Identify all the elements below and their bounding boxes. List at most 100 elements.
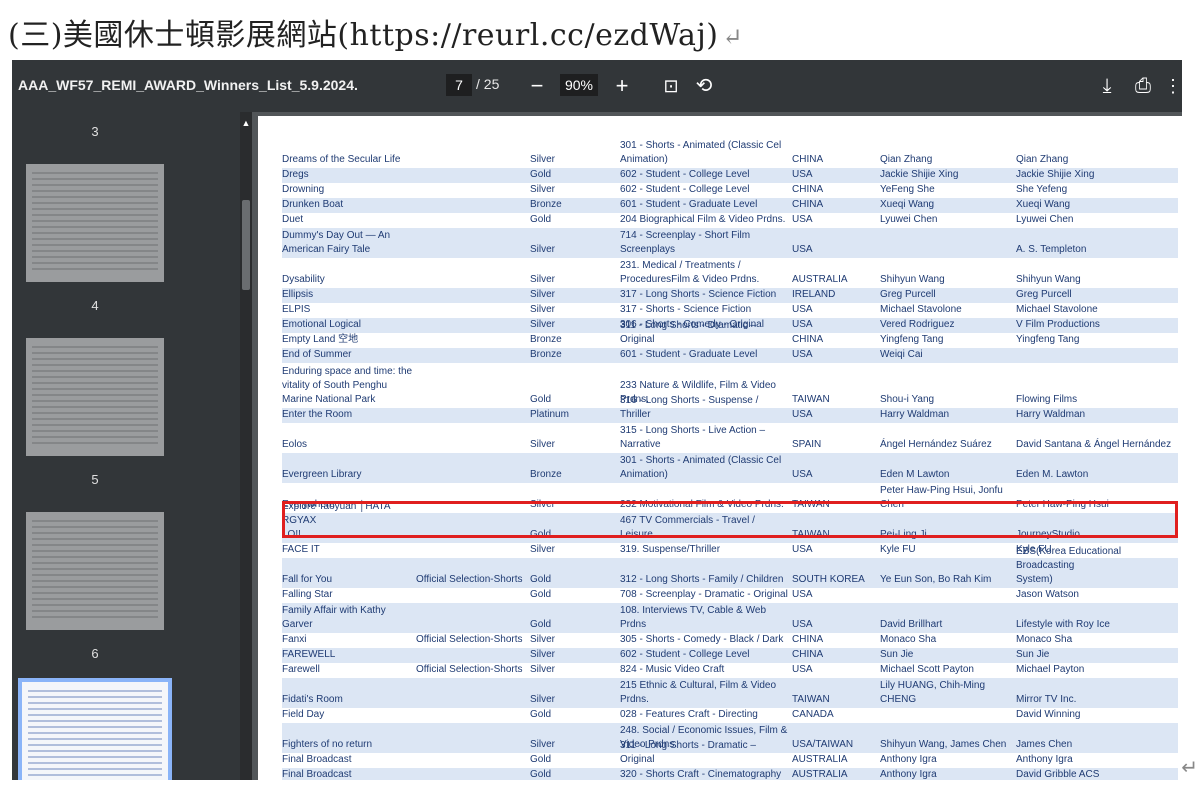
cell-line: Gold [530, 589, 552, 600]
cell-line: David Santana & Ángel Hernández [1016, 439, 1172, 450]
cell-line: EBS(Korea Educational Broadcasting [1016, 546, 1122, 571]
cell-line: 305 - Shorts - Comedy - Black / Dark [620, 634, 784, 645]
cell-line: Final Broadcast [282, 769, 352, 780]
table-cell: David Santana & Ángel Hernández [1016, 438, 1178, 452]
cell-line: 233 Nature & Wildlife, Film & Video [620, 380, 776, 391]
cell-line: Lyuwei Chen [1016, 214, 1074, 225]
table-row: Falling Star Gold 708 - Screenplay - Drama… [282, 588, 1178, 603]
cell-line: 231. Medical / Treatments / [620, 260, 741, 271]
page-thumbnail[interactable] [18, 678, 172, 780]
table-cell: Empty Land 空地 [282, 333, 414, 347]
thumbnail-page-number: 3 [91, 124, 99, 139]
table-cell: Anthony Igra [880, 768, 1016, 780]
rotate-icon[interactable]: ⟲ [691, 73, 717, 99]
page-thumbnail[interactable] [26, 338, 164, 456]
table-cell: Anthony Igra [1016, 753, 1178, 767]
page-thumbnail[interactable] [26, 512, 164, 630]
table-row: Duet Gold 204 Biographical Film & Video Pr… [282, 213, 1178, 228]
cell-line: Dysability [282, 274, 325, 285]
table-cell: Greg Purcell [880, 288, 1016, 302]
table-cell: 320 - Shorts Craft - Cinematography [620, 768, 790, 780]
table-cell: Platinum [530, 408, 618, 422]
table-cell: CHINA [792, 198, 878, 212]
cell-line: USA [792, 214, 813, 225]
table-row: Fall for You Official Selection-Shorts Gol… [282, 546, 1178, 588]
table-cell: Jackie Shijie Xing [1016, 168, 1178, 182]
cell-line: Prdns. [620, 694, 649, 705]
table-cell: 317 - Shorts - Science Fiction [620, 303, 790, 317]
cell-line: USA [792, 244, 813, 255]
table-cell: AUSTRALIA [792, 273, 878, 287]
more-actions-icon[interactable]: ⋮ [1164, 73, 1182, 99]
cell-line: FAREWELL [282, 649, 336, 660]
table-cell: Harry Waldman [880, 408, 1016, 422]
cell-line: 824 - Music Video Craft [620, 664, 725, 675]
cell-line: SOUTH KOREA [792, 574, 865, 585]
scroll-up-icon[interactable]: ▲ [240, 118, 252, 128]
table-cell: Bronze [530, 198, 618, 212]
cell-line: ProceduresFilm & Video Prdns. [620, 274, 760, 285]
table-cell: Vered Rodriguez [880, 318, 1016, 332]
cell-line: 317 - Long Shorts - Science Fiction [620, 289, 777, 300]
table-row: Enter the Room Platinum 316 - Long Shorts … [282, 395, 1178, 423]
pdf-page: Dreams of the Secular Life Silver 301 - Sh… [258, 116, 1182, 780]
thumbnail-scrollbar[interactable]: ▲ [240, 112, 252, 780]
page-number-input[interactable]: 7 [446, 74, 472, 96]
table-cell: Qian Zhang [880, 153, 1016, 167]
page-thumbnail[interactable] [26, 164, 164, 282]
table-cell: David Winning [1016, 708, 1178, 722]
table-row: Final Broadcast Gold 320 - Shorts Craft - … [282, 768, 1178, 780]
cell-line: 248. Social / Economic Issues, Film & [620, 725, 788, 736]
cell-line: Gold [530, 754, 552, 765]
cell-line: Peter Haw-Ping Hsui, Jonfu [880, 485, 1003, 496]
table-cell: Gold [530, 588, 618, 602]
table-cell: Flowing Films [1016, 393, 1178, 407]
zoom-out-icon[interactable]: − [524, 73, 550, 99]
print-icon[interactable]: ⎙ [1130, 73, 1156, 99]
table-cell: Gold [530, 618, 618, 632]
zoom-in-icon[interactable]: + [609, 73, 635, 99]
table-cell: 601 - Student - Graduate Level [620, 198, 790, 212]
table-cell: 708 - Screenplay - Dramatic - Original [620, 588, 790, 602]
table-cell: USA [792, 543, 878, 557]
cell-line: David Brillhart [880, 619, 943, 630]
table-cell: Anthony Igra [880, 753, 1016, 767]
cell-line: Gold [530, 709, 552, 720]
cell-line: Evergreen Library [282, 469, 362, 480]
table-cell: AUSTRALIA [792, 768, 878, 780]
cell-line: Harry Waldman [880, 409, 950, 420]
document-heading: (三)美國休士頓影展網站(https://reurl.cc/ezdWaj) ↵ [8, 10, 743, 54]
table-cell: Kyle FU [880, 543, 1016, 557]
cell-line: 301 - Shorts - Animated (Classic Cel [620, 140, 782, 151]
table-row: Field Day Gold 028 - Features Craft - Dire… [282, 708, 1178, 723]
table-cell: Lyuwei Chen [1016, 213, 1178, 227]
fit-page-icon[interactable]: ⊡ [658, 73, 684, 99]
cell-line: SPAIN [792, 439, 822, 450]
table-cell: Ellipsis [282, 288, 414, 302]
table-cell: 311 - Long Shorts - Dramatic – Original [620, 319, 790, 347]
cell-line: Shihyun Wang [880, 274, 945, 285]
cell-line: Vered Rodriguez [880, 319, 955, 330]
table-cell: Dregs [282, 168, 414, 182]
cell-line: Silver [530, 739, 556, 750]
table-cell: Michael Scott Payton [880, 663, 1016, 677]
cell-line: Eden M. Lawton [1016, 469, 1089, 480]
cell-line: Lily HUANG, Chih-Ming CHENG [880, 680, 986, 705]
cell-line: USA [792, 409, 813, 420]
cell-line: David Winning [1016, 709, 1081, 720]
table-cell: CHINA [792, 153, 878, 167]
cell-line: CHINA [792, 154, 824, 165]
scrollbar-thumb[interactable] [242, 200, 250, 290]
table-cell: Fanxi [282, 633, 414, 647]
zoom-level-input[interactable]: 90% [560, 74, 598, 96]
table-row: Empty Land 空地 Bronze 311 - Long Shorts - D… [282, 320, 1178, 348]
table-cell: Qian Zhang [1016, 153, 1178, 167]
table-cell: Duet [282, 213, 414, 227]
table-cell: Gold [530, 393, 618, 407]
cell-line: Silver [530, 634, 556, 645]
download-icon[interactable]: ⤓ [1094, 73, 1120, 99]
cell-line: Mirror TV Inc. [1016, 694, 1077, 705]
cell-line: Silver [530, 304, 556, 315]
cell-line: Farewell [282, 664, 320, 675]
cell-line: 601 - Student - Graduate Level [620, 349, 758, 360]
